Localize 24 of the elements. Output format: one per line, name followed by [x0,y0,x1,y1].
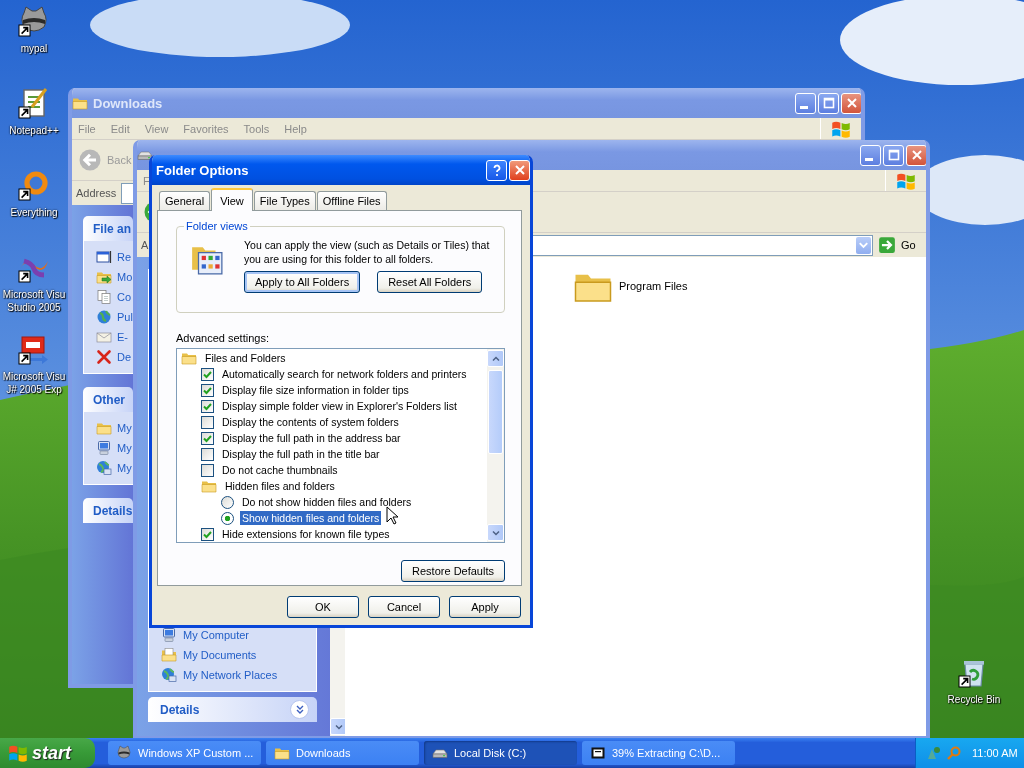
option-label: Do not cache thumbnails [221,463,339,477]
clock: 11:00 AM [972,747,1018,759]
section-label: Advanced settings: [176,332,270,344]
address-label: Address [76,187,117,199]
option-label: Display file size information in folder tips [221,383,410,397]
address-label: A [141,239,149,251]
group-label: Hidden files and folders [224,479,336,493]
panel-title: Details [93,503,133,518]
group-legend: Folder views [184,220,250,232]
dialog-title: Folder Options [155,162,249,178]
description-text: You can apply the view (such as Details or Tiles) that you are using for this folder to all folders. [244,238,491,266]
option-label: Display the full path in the address bar [221,431,402,445]
option-label: Automatically search for network folders and printers [221,367,468,381]
option-label: Display simple folder view in Explorer's Folders list [221,399,458,413]
option-label: Hide extensions for known file types [221,527,391,541]
option-label: Display the contents of system folders [221,415,400,429]
panel-title: Details [160,702,200,717]
option-label: Show hidden files and folders [240,511,382,525]
option-label: Display the full path in the title bar [221,447,381,461]
window-title: Downloads [93,95,163,111]
panel-title: Other [93,392,125,407]
option-label: Do not show hidden files and folders [241,495,413,509]
group-label: Files and Folders [204,351,287,365]
panel-title: File an [93,221,131,236]
